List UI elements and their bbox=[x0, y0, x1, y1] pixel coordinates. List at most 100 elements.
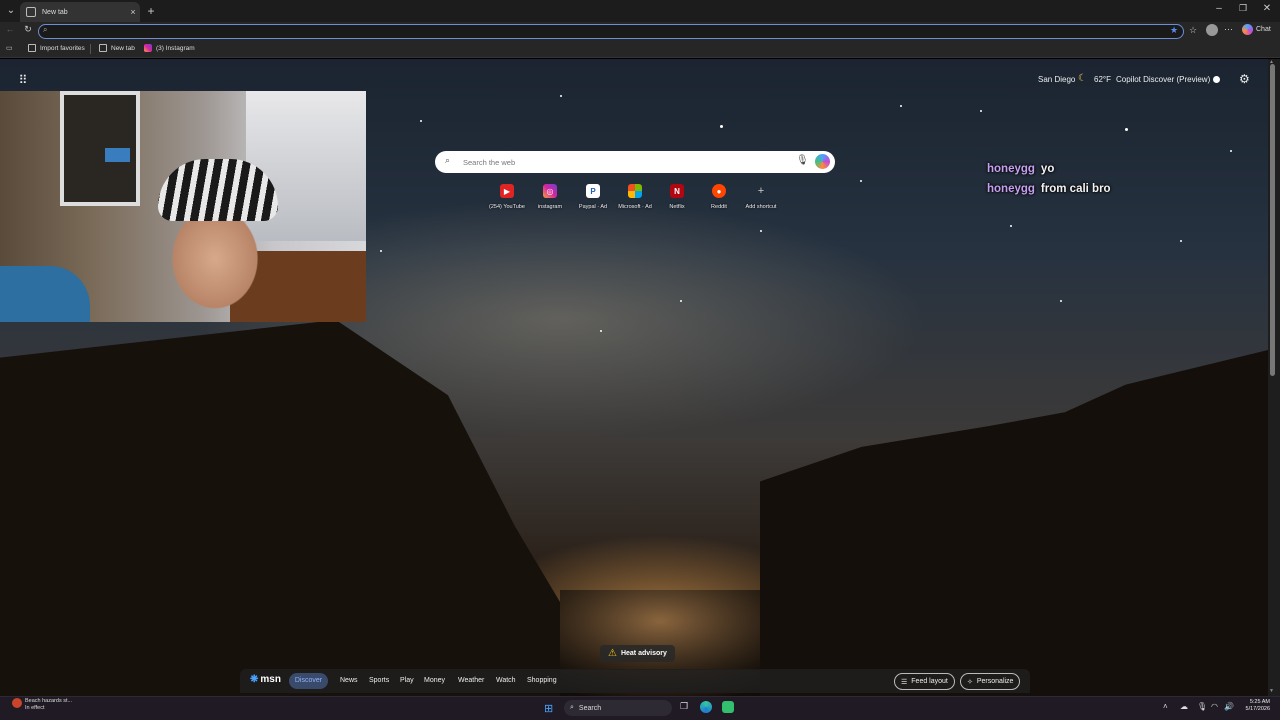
chat-username: honeygg bbox=[987, 183, 1035, 195]
shortcut-label: (254) YouTube bbox=[489, 204, 525, 210]
favorites-collapse-icon[interactable]: ▭ bbox=[6, 44, 13, 52]
sparkle-icon: ✧ bbox=[967, 678, 973, 686]
microphone-icon[interactable]: 🎙 bbox=[796, 155, 809, 166]
more-options-icon[interactable]: ⋯ bbox=[1224, 24, 1233, 35]
star bbox=[1180, 240, 1182, 242]
favorites-icon[interactable]: ☆ bbox=[1189, 25, 1197, 36]
webcam-couch bbox=[0, 266, 90, 322]
feed-layout-button[interactable]: ☰ Feed layout bbox=[894, 673, 955, 690]
shortcut-instagram[interactable]: ◎ instagram bbox=[528, 184, 572, 210]
shortcut-youtube[interactable]: ▶ (254) YouTube bbox=[485, 184, 529, 210]
copilot-chat-button[interactable]: Chat bbox=[1242, 24, 1271, 35]
edge-browser-icon[interactable] bbox=[700, 701, 712, 713]
copilot-icon bbox=[1242, 24, 1253, 35]
gear-icon[interactable]: ⚙ bbox=[1239, 72, 1250, 86]
chat-text: yo bbox=[1040, 163, 1055, 175]
weather-alert-title: Beach hazards st... bbox=[25, 698, 73, 704]
taskbar-weather-widget[interactable]: Beach hazards st... In effect bbox=[12, 698, 72, 712]
scroll-down-icon[interactable]: ▼ bbox=[1269, 688, 1274, 694]
shortcut-paypal[interactable]: P Paypal · Ad bbox=[571, 184, 615, 210]
star bbox=[1060, 300, 1062, 302]
speaker-icon[interactable]: 🔊 bbox=[1224, 702, 1234, 711]
microphone-icon[interactable]: 🎙 bbox=[1197, 702, 1207, 711]
copilot-discover-toggle[interactable] bbox=[1213, 76, 1220, 83]
webcam-overlay bbox=[0, 91, 366, 322]
star bbox=[560, 95, 562, 97]
app-launcher-icon[interactable]: ⠿ bbox=[16, 73, 30, 87]
shortcut-label: Add shortcut bbox=[745, 204, 777, 210]
tab-discover[interactable]: Discover bbox=[289, 673, 328, 689]
personalize-label: Personalize bbox=[976, 678, 1014, 685]
star bbox=[1010, 225, 1012, 227]
tab-shopping[interactable]: Shopping bbox=[527, 677, 557, 684]
weather-location[interactable]: San Diego bbox=[1038, 75, 1075, 84]
cloud-icon[interactable]: ☁ bbox=[1180, 702, 1188, 711]
shortcut-reddit[interactable]: ● Reddit bbox=[697, 184, 741, 210]
tab-money[interactable]: Money bbox=[424, 677, 445, 684]
star bbox=[980, 110, 982, 112]
tab-sports[interactable]: Sports bbox=[369, 677, 389, 684]
wifi-icon[interactable]: ◠ bbox=[1211, 702, 1218, 711]
taskbar-search-label: Search bbox=[578, 704, 602, 712]
warning-icon: ⚠ bbox=[608, 648, 617, 659]
tab-watch[interactable]: Watch bbox=[496, 677, 516, 684]
add-shortcut-button[interactable]: + Add shortcut bbox=[739, 184, 783, 210]
refresh-icon[interactable]: ↻ bbox=[22, 24, 34, 35]
star bbox=[860, 180, 862, 182]
copilot-icon[interactable] bbox=[815, 154, 830, 169]
search-input[interactable] bbox=[463, 153, 783, 171]
sliders-icon: ☰ bbox=[901, 678, 908, 686]
favorite-label: Import favorites bbox=[40, 44, 85, 52]
tab-weather[interactable]: Weather bbox=[458, 677, 484, 684]
star bbox=[600, 330, 602, 332]
divider bbox=[90, 44, 91, 54]
reddit-icon: ● bbox=[712, 184, 726, 198]
app-icon[interactable] bbox=[722, 701, 734, 713]
personalize-button[interactable]: ✧ Personalize bbox=[960, 673, 1021, 690]
favorite-label: (3) Instagram bbox=[156, 44, 195, 52]
msn-logo[interactable]: ❋ msn bbox=[250, 674, 281, 685]
shortcut-label: Reddit bbox=[711, 204, 727, 210]
star bbox=[420, 120, 422, 122]
close-window-icon[interactable]: ✕ bbox=[1260, 3, 1274, 14]
tab-news[interactable]: News bbox=[340, 677, 358, 684]
copilot-discover-label: Copilot Discover (Preview) bbox=[1116, 75, 1211, 84]
tab-actions-menu-icon[interactable]: ⌄ bbox=[4, 3, 18, 19]
heat-advisory-alert[interactable]: ⚠ Heat advisory bbox=[600, 645, 675, 662]
new-tab-button[interactable]: + bbox=[144, 3, 158, 19]
weather-alert-icon bbox=[12, 698, 22, 708]
chat-message: honeygg yo bbox=[987, 163, 1054, 175]
close-tab-icon[interactable]: × bbox=[126, 7, 140, 17]
task-view-icon[interactable]: ❐ bbox=[680, 701, 688, 712]
shortcut-netflix[interactable]: N Netflix bbox=[655, 184, 699, 210]
copilot-chat-label: Chat bbox=[1256, 26, 1271, 33]
address-bar[interactable] bbox=[38, 24, 1184, 39]
weather-temperature[interactable]: 62°F bbox=[1094, 75, 1111, 84]
microsoft-icon bbox=[628, 184, 642, 198]
favorite-new-tab[interactable]: New tab bbox=[99, 44, 135, 52]
tab-new-tab[interactable]: New tab × bbox=[20, 2, 140, 22]
favorite-import-favorites[interactable]: Import favorites bbox=[28, 44, 85, 52]
windows-start-icon[interactable]: ⊞ bbox=[544, 702, 553, 715]
back-arrow-icon[interactable]: ← bbox=[4, 24, 16, 34]
page-icon bbox=[26, 7, 36, 17]
tab-title: New tab bbox=[42, 8, 68, 16]
favorite-star-icon[interactable]: ★ bbox=[1170, 25, 1178, 36]
alert-label: Heat advisory bbox=[620, 650, 667, 657]
msn-logo-text: msn bbox=[260, 674, 281, 685]
minimize-icon[interactable]: – bbox=[1212, 3, 1226, 14]
chat-message: honeygg from cali bro bbox=[987, 183, 1111, 195]
taskbar-search-box[interactable]: ⌕ Search bbox=[564, 700, 672, 716]
tab-play[interactable]: Play bbox=[400, 677, 414, 684]
msn-butterfly-icon: ❋ bbox=[250, 674, 259, 685]
shortcut-microsoft[interactable]: Microsoft · Ad bbox=[613, 184, 657, 210]
taskbar-clock[interactable]: 5:25 AM 5/17/2026 bbox=[1238, 699, 1270, 713]
favorite-instagram[interactable]: (3) Instagram bbox=[144, 44, 195, 52]
star bbox=[720, 125, 723, 128]
chevron-up-icon[interactable]: ˄ bbox=[1163, 702, 1168, 711]
shortcut-label: Microsoft · Ad bbox=[618, 204, 652, 210]
profile-avatar[interactable] bbox=[1206, 24, 1218, 36]
shortcut-label: instagram bbox=[537, 204, 563, 210]
maximize-icon[interactable]: ❐ bbox=[1236, 3, 1250, 14]
scrollbar-thumb[interactable] bbox=[1270, 64, 1275, 376]
